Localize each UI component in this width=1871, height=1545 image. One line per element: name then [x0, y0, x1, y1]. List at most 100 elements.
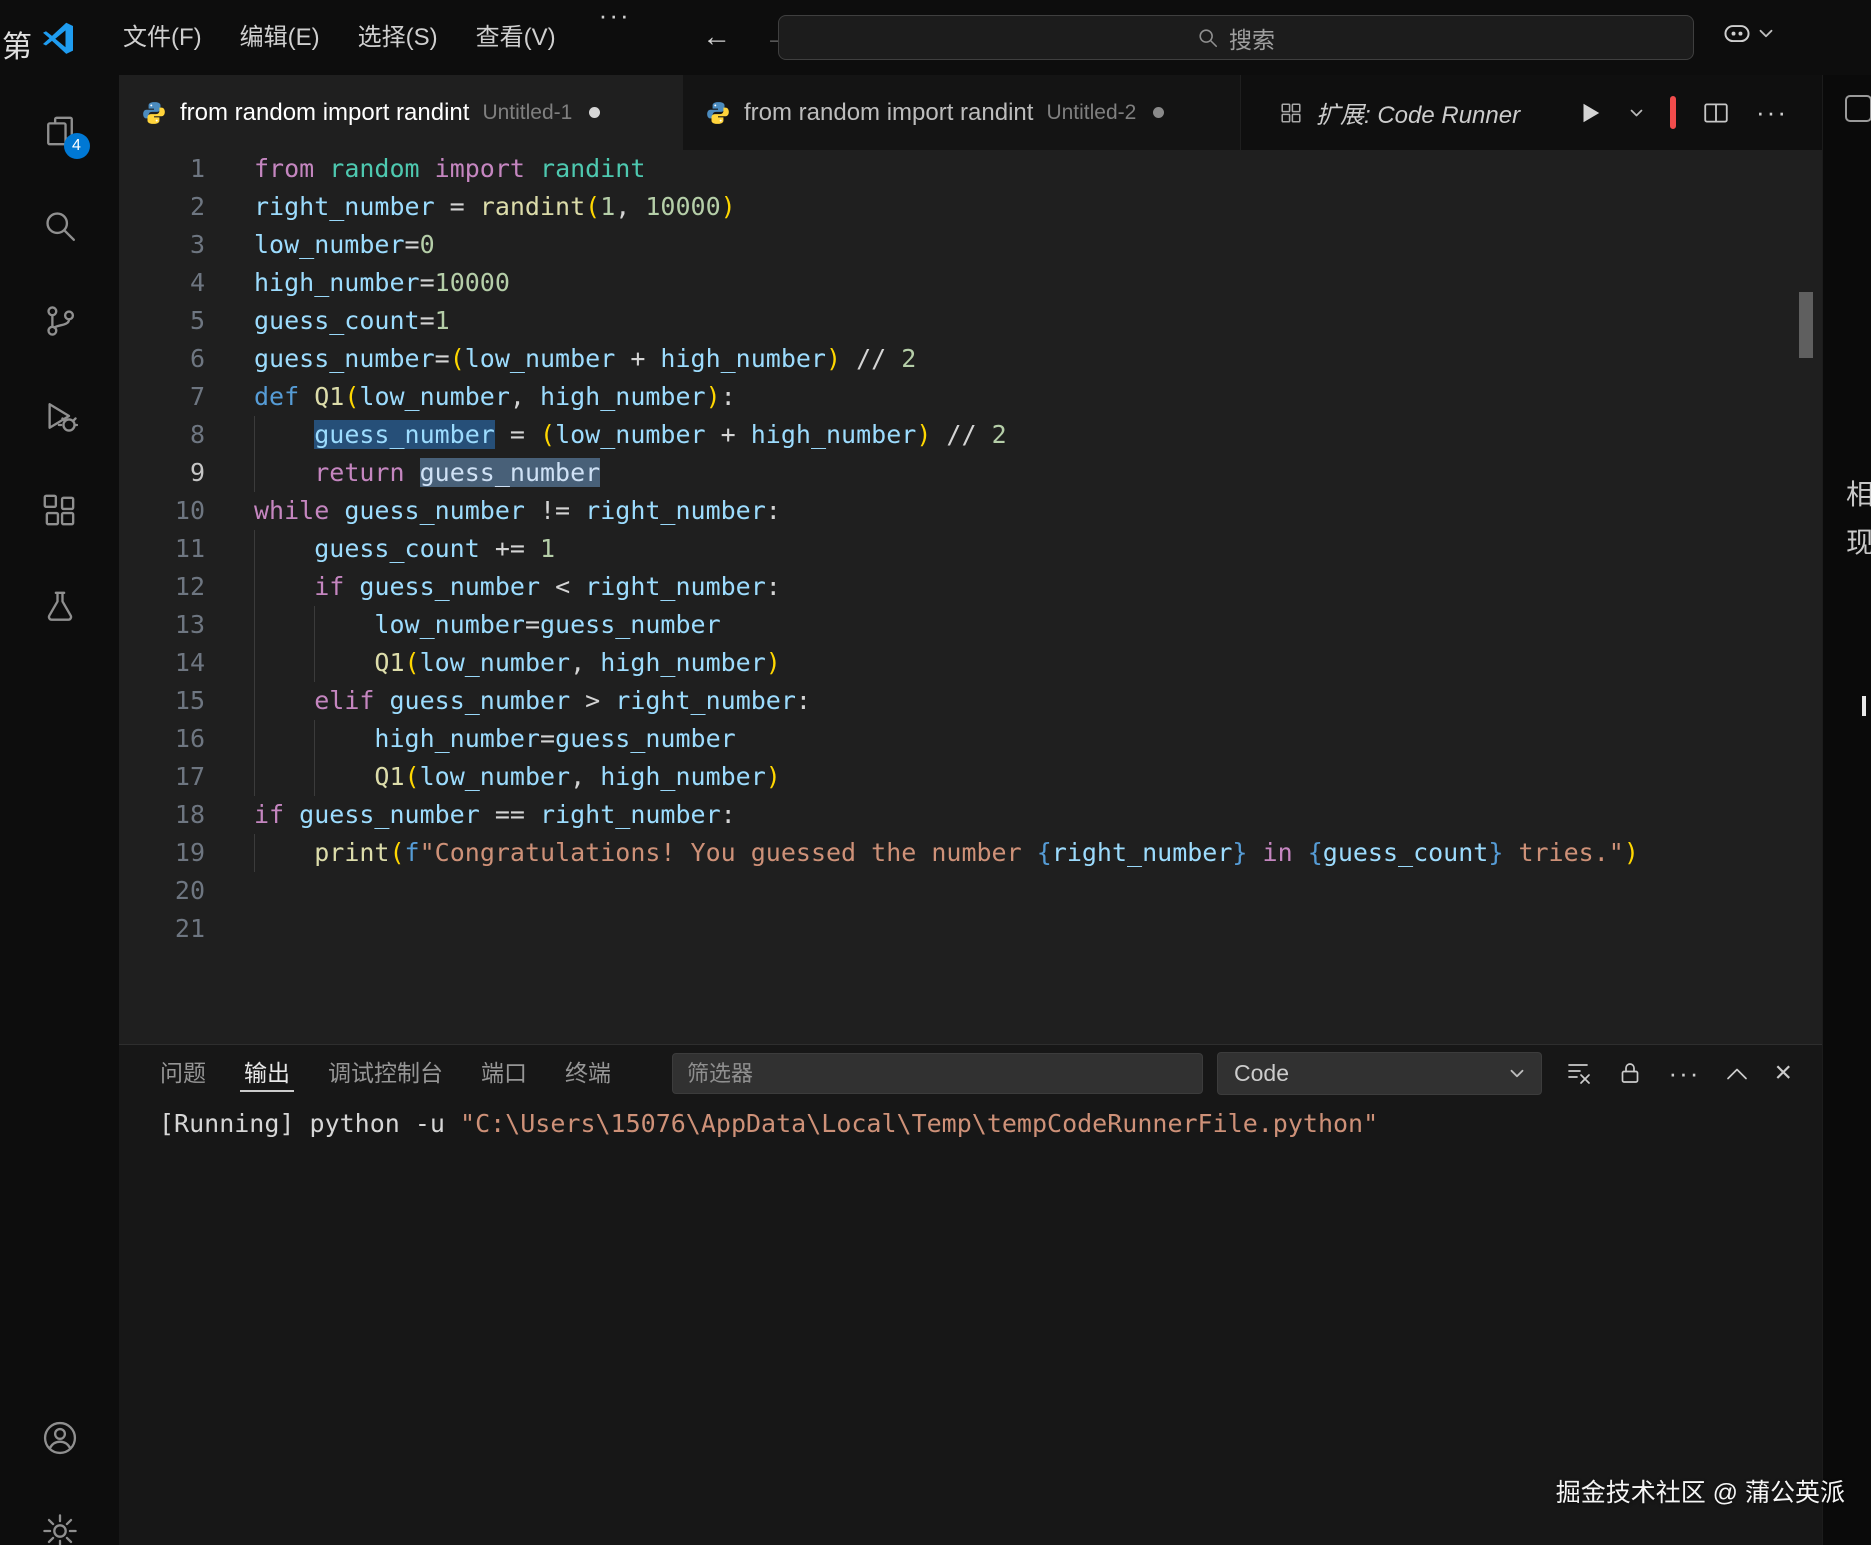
code-line[interactable]: 3low_number=0 — [119, 226, 1822, 264]
split-editor-icon[interactable] — [1702, 100, 1730, 126]
tab-label: from random import randint — [744, 99, 1033, 127]
line-number[interactable]: 1 — [119, 150, 205, 188]
line-number[interactable]: 7 — [119, 378, 205, 416]
code-line[interactable]: 16 high_number=guess_number — [119, 720, 1822, 758]
panel-more-icon[interactable]: ··· — [1668, 1059, 1700, 1087]
copilot-icon — [1722, 18, 1752, 48]
explorer-icon[interactable]: 4 — [36, 107, 84, 155]
indent-guide — [314, 720, 315, 758]
line-number[interactable]: 8 — [119, 416, 205, 454]
line-number[interactable]: 15 — [119, 682, 205, 720]
indent-guide — [314, 644, 315, 682]
close-panel-icon[interactable]: × — [1774, 1059, 1792, 1087]
line-number[interactable]: 3 — [119, 226, 205, 264]
python-icon — [141, 100, 167, 126]
code-line[interactable]: 5guess_count=1 — [119, 302, 1822, 340]
code-line[interactable]: 9 return guess_number — [119, 454, 1822, 492]
code-line[interactable]: 14 Q1(low_number, high_number) — [119, 644, 1822, 682]
command-center-search[interactable]: 搜索 — [778, 15, 1694, 60]
line-number[interactable]: 14 — [119, 644, 205, 682]
menu-file[interactable]: 文件(F) — [104, 0, 221, 75]
tab-label: 扩展: Code Runner — [1316, 95, 1520, 130]
extensions-icon[interactable] — [36, 487, 84, 535]
menu-edit[interactable]: 编辑(E) — [221, 0, 339, 75]
code-line[interactable]: 1from random import randint — [119, 150, 1822, 188]
bottom-panel: 问题 输出 调试控制台 端口 终端 Code ··· — [119, 1044, 1822, 1545]
output-filter-input[interactable] — [672, 1053, 1203, 1094]
menu-view[interactable]: 查看(V) — [457, 0, 575, 75]
run-debug-icon[interactable] — [36, 392, 84, 440]
search-view-icon[interactable] — [36, 202, 84, 250]
panel-tab-debug-console[interactable]: 调试控制台 — [309, 1045, 462, 1101]
code-line[interactable]: 12 if guess_number < right_number: — [119, 568, 1822, 606]
code-line[interactable]: 11 guess_count += 1 — [119, 530, 1822, 568]
line-number[interactable]: 16 — [119, 720, 205, 758]
code-line[interactable]: 13 low_number=guess_number — [119, 606, 1822, 644]
code-line[interactable]: 17 Q1(low_number, high_number) — [119, 758, 1822, 796]
code-line[interactable]: 2right_number = randint(1, 10000) — [119, 188, 1822, 226]
line-number[interactable]: 17 — [119, 758, 205, 796]
clear-output-icon[interactable] — [1566, 1060, 1592, 1086]
line-number[interactable]: 11 — [119, 530, 205, 568]
line-number[interactable]: 10 — [119, 492, 205, 530]
panel-tab-ports[interactable]: 端口 — [462, 1045, 546, 1101]
run-code-icon[interactable] — [1577, 100, 1603, 126]
maximize-panel-icon[interactable] — [1725, 1066, 1749, 1081]
panel-tab-problems[interactable]: 问题 — [141, 1045, 225, 1101]
partial-text: 相 — [1846, 473, 1871, 513]
code-line[interactable]: 4high_number=10000 — [119, 264, 1822, 302]
menu-selection[interactable]: 选择(S) — [339, 0, 457, 75]
copilot-button[interactable] — [1722, 18, 1774, 48]
activity-bar: 4 — [0, 75, 119, 1545]
testing-icon[interactable] — [36, 582, 84, 630]
run-dropdown-chevron-icon[interactable] — [1629, 108, 1644, 118]
line-number[interactable]: 13 — [119, 606, 205, 644]
line-number[interactable]: 2 — [119, 188, 205, 226]
code-line[interactable]: 10while guess_number != right_number: — [119, 492, 1822, 530]
line-number[interactable]: 4 — [119, 264, 205, 302]
stop-run-icon[interactable] — [1670, 99, 1676, 127]
code-editor[interactable]: 1from random import randint2right_number… — [119, 150, 1822, 1044]
line-number[interactable]: 5 — [119, 302, 205, 340]
code-line[interactable]: 20 — [119, 872, 1822, 910]
tab-label: from random import randint — [180, 99, 469, 127]
search-label: 搜索 — [1229, 21, 1275, 55]
code-line[interactable]: 15 elif guess_number > right_number: — [119, 682, 1822, 720]
indent-guide — [254, 416, 255, 454]
editor-scrollbar[interactable] — [1799, 292, 1813, 358]
panel-tab-output[interactable]: 输出 — [225, 1045, 309, 1101]
code-line[interactable]: 19 print(f"Congratulations! You guessed … — [119, 834, 1822, 872]
search-icon — [1197, 27, 1219, 49]
line-number[interactable]: 9 — [119, 454, 205, 492]
back-arrow-icon[interactable]: ← — [695, 16, 739, 60]
code-line[interactable]: 8 guess_number = (low_number + high_numb… — [119, 416, 1822, 454]
tab-untitled-1[interactable]: from random import randint Untitled-1 — [119, 75, 683, 150]
line-number[interactable]: 21 — [119, 910, 205, 948]
code-line[interactable]: 21 — [119, 910, 1822, 948]
indent-guide — [254, 606, 255, 644]
panel-tab-terminal[interactable]: 终端 — [546, 1045, 630, 1101]
line-number[interactable]: 12 — [119, 568, 205, 606]
line-number[interactable]: 19 — [119, 834, 205, 872]
code-line[interactable]: 18if guess_number == right_number: — [119, 796, 1822, 834]
editor-actions: ··· — [1577, 75, 1822, 150]
line-number[interactable]: 20 — [119, 872, 205, 910]
background-partial-text: 第 — [2, 22, 32, 66]
source-control-icon[interactable] — [36, 297, 84, 345]
code-line[interactable]: 7def Q1(low_number, high_number): — [119, 378, 1822, 416]
extension-page-icon — [1279, 101, 1303, 125]
code-line[interactable]: 6guess_number=(low_number + high_number)… — [119, 340, 1822, 378]
lock-scroll-icon[interactable] — [1617, 1060, 1643, 1086]
modified-dot[interactable] — [1153, 107, 1164, 118]
line-number[interactable]: 6 — [119, 340, 205, 378]
output-channel-dropdown[interactable]: Code — [1217, 1052, 1542, 1095]
line-number[interactable]: 18 — [119, 796, 205, 834]
menu-more-ellipsis[interactable]: ··· — [575, 0, 655, 75]
account-icon[interactable] — [36, 1414, 84, 1462]
settings-gear-icon[interactable] — [36, 1507, 84, 1545]
tab-extension-code-runner[interactable]: 扩展: Code Runner — [1255, 75, 1544, 150]
modified-dot[interactable] — [589, 107, 600, 118]
more-actions-icon[interactable]: ··· — [1756, 97, 1788, 128]
tab-untitled-2[interactable]: from random import randint Untitled-2 — [683, 75, 1241, 150]
code-lines: 1from random import randint2right_number… — [119, 150, 1822, 948]
